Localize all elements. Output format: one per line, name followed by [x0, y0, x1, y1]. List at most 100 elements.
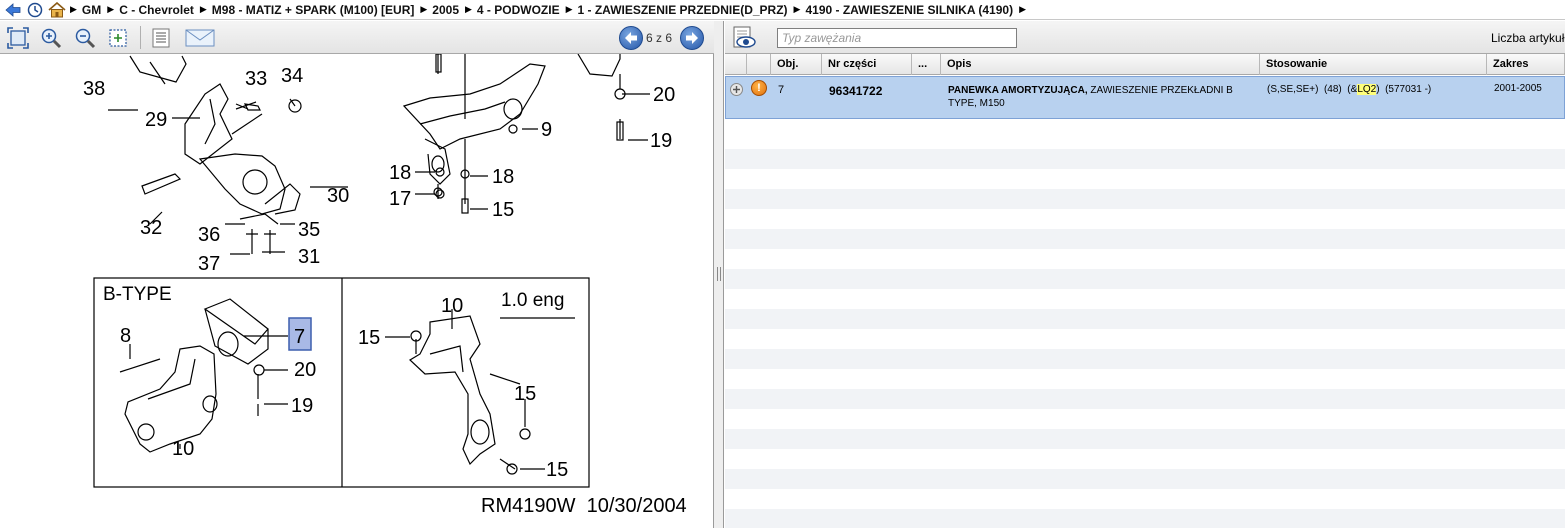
- breadcrumb-separator-icon: ▶: [107, 4, 115, 14]
- email-icon[interactable]: [184, 25, 216, 51]
- viewer-toolbar: 6 z 6: [0, 21, 714, 54]
- callout-label[interactable]: 19: [291, 395, 313, 417]
- list-icon[interactable]: [148, 25, 174, 51]
- empty-row-stripe: [725, 269, 1565, 289]
- drawing-reference: RM4190W 10/30/2004: [481, 495, 687, 517]
- column-header-obj[interactable]: Obj.: [771, 54, 822, 75]
- breadcrumb-item[interactable]: 2005: [432, 3, 459, 17]
- previous-page-icon[interactable]: [619, 26, 643, 50]
- empty-row-stripe: [725, 389, 1565, 409]
- breadcrumb-item[interactable]: GM: [82, 3, 101, 17]
- callout-label[interactable]: 9: [541, 119, 552, 141]
- callout-label[interactable]: 15: [358, 327, 380, 349]
- callout-label[interactable]: 10: [172, 438, 194, 460]
- column-header-more[interactable]: ...: [912, 54, 941, 75]
- usage-cell: (S,SE,SE+) (48) (&LQ2) (577031 -): [1267, 84, 1482, 95]
- diagram-viewer: 6 z 6 38 33 34 29 30 32 36 35 37 31 20 1…: [0, 21, 714, 528]
- breadcrumb-separator-icon: ▶: [70, 4, 77, 14]
- breadcrumb-item-current[interactable]: 4190 - ZAWIESZENIE SILNIKA (4190): [805, 3, 1013, 17]
- callout-label[interactable]: 15: [492, 199, 514, 221]
- empty-row-stripe: [725, 309, 1565, 329]
- expand-icon[interactable]: [730, 83, 743, 96]
- callout-label[interactable]: 18: [492, 166, 514, 188]
- empty-row-stripe: [725, 349, 1565, 369]
- article-count-label: Liczba artykułów: [1491, 31, 1565, 45]
- parts-list-pane: Liczba artykułów Obj. Nr części ... Opis…: [725, 21, 1565, 528]
- description-cell: PANEWKA AMORTYZUJĄCA, ZAWIESZENIE PRZEKŁ…: [948, 84, 1256, 110]
- header-icon-column-1: [725, 54, 747, 75]
- parts-table-header: Obj. Nr części ... Opis Stosowanie Zakre…: [725, 54, 1565, 75]
- header-icon-column-2: [747, 54, 771, 75]
- callout-label[interactable]: 8: [120, 325, 131, 347]
- callout-label[interactable]: 36: [198, 224, 220, 246]
- empty-row-stripe: [725, 429, 1565, 449]
- filter-input[interactable]: [777, 28, 1017, 48]
- callout-label[interactable]: 30: [327, 185, 349, 207]
- drawing-linework: [93, 54, 650, 488]
- callout-label[interactable]: 33: [245, 68, 267, 90]
- callout-label[interactable]: 20: [653, 84, 675, 106]
- breadcrumb-item[interactable]: 4 - PODWOZIE: [477, 3, 560, 17]
- splitter-grip-icon[interactable]: [717, 267, 721, 281]
- callout-label[interactable]: 38: [83, 78, 105, 100]
- zoom-out-icon[interactable]: [72, 25, 98, 51]
- empty-row-stripe: [725, 509, 1565, 528]
- view-eye-icon[interactable]: [730, 25, 758, 51]
- column-header-range[interactable]: Zakres: [1487, 54, 1565, 75]
- breadcrumb-item[interactable]: C - Chevrolet: [119, 3, 194, 17]
- callout-label[interactable]: 35: [298, 219, 320, 241]
- parts-toolbar: Liczba artykułów: [725, 21, 1565, 54]
- pane-splitter[interactable]: [714, 21, 724, 528]
- empty-row-stripe: [725, 229, 1565, 249]
- column-header-part-number[interactable]: Nr części: [822, 54, 912, 75]
- callout-label[interactable]: 17: [389, 188, 411, 210]
- history-clock-icon[interactable]: [26, 2, 44, 18]
- page-indicator: 6 z 6: [646, 31, 673, 45]
- callout-label[interactable]: 32: [140, 217, 162, 239]
- callout-label[interactable]: 37: [198, 253, 220, 275]
- range-cell: 2001-2005: [1494, 83, 1542, 94]
- callout-label[interactable]: 15: [514, 383, 536, 405]
- breadcrumb: ▶ GM ▶ C - Chevrolet ▶ M98 - MATIZ + SPA…: [0, 0, 1565, 20]
- fit-to-window-icon[interactable]: [5, 25, 31, 51]
- part-number-cell[interactable]: 96341722: [829, 84, 882, 98]
- column-header-usage[interactable]: Stosowanie: [1260, 54, 1487, 75]
- empty-row-stripe: [725, 189, 1565, 209]
- exploded-view-diagram: 38 33 34 29 30 32 36 35 37 31 20 19 9 18…: [0, 54, 713, 528]
- usage-text: (S,SE,SE+) (48) (&: [1267, 84, 1358, 95]
- callout-label[interactable]: 7: [294, 326, 305, 348]
- breadcrumb-separator-icon: ▶: [420, 4, 428, 14]
- parts-table-body: ! 7 96341722 PANEWKA AMORTYZUJĄCA, ZAWIE…: [725, 76, 1565, 528]
- breadcrumb-separator-icon: ▶: [199, 4, 207, 14]
- description-detail: ZAWIESZENIE PRZEKŁADNI B: [1090, 85, 1233, 96]
- callout-label[interactable]: 18: [389, 162, 411, 184]
- callout-label[interactable]: 19: [650, 130, 672, 152]
- back-arrow-icon[interactable]: [4, 2, 22, 18]
- usage-text-end: ) (577031 -): [1376, 84, 1432, 95]
- engine-label: 1.0 eng: [501, 290, 564, 311]
- btype-label: B-TYPE: [103, 284, 172, 305]
- usage-highlight: LQ2: [1357, 84, 1377, 95]
- zoom-region-icon[interactable]: [105, 25, 131, 51]
- callout-label[interactable]: 29: [145, 109, 167, 131]
- parts-drawing: 38 33 34 29 30 32 36 35 37 31 20 19 9 18…: [83, 54, 687, 517]
- breadcrumb-item[interactable]: 1 - ZAWIESZENIE PRZEDNIE(D_PRZ): [578, 3, 788, 17]
- table-row[interactable]: ! 7 96341722 PANEWKA AMORTYZUJĄCA, ZAWIE…: [725, 76, 1565, 119]
- breadcrumb-separator-icon: ▶: [565, 4, 573, 14]
- empty-row-stripe: [725, 149, 1565, 169]
- column-header-description[interactable]: Opis: [941, 54, 1260, 75]
- toolbar-divider: [140, 26, 141, 49]
- breadcrumb-item[interactable]: M98 - MATIZ + SPARK (M100) [EUR]: [212, 3, 415, 17]
- callout-label[interactable]: 10: [441, 295, 463, 317]
- callout-label[interactable]: 31: [298, 246, 320, 268]
- callout-label[interactable]: 15: [546, 459, 568, 481]
- callout-label[interactable]: 20: [294, 359, 316, 381]
- empty-row-stripe: [725, 469, 1565, 489]
- next-page-icon[interactable]: [680, 26, 704, 50]
- description-title: PANEWKA AMORTYZUJĄCA,: [948, 85, 1088, 96]
- callout-label[interactable]: 34: [281, 65, 303, 87]
- engine-callouts: 10 15 15 15: [358, 295, 568, 481]
- info-warning-icon[interactable]: !: [751, 80, 767, 96]
- zoom-in-icon[interactable]: [38, 25, 64, 51]
- home-icon[interactable]: [48, 1, 66, 18]
